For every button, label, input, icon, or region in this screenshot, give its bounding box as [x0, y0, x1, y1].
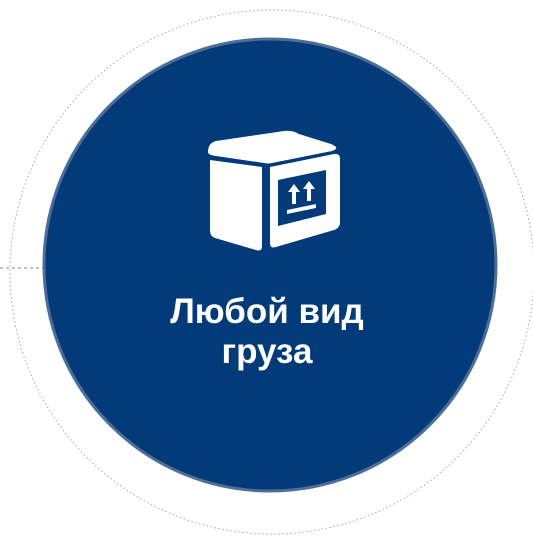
diagram-graphics — [0, 9, 533, 535]
node-label-line2: груза — [221, 332, 313, 371]
node-label-line1: Любой вид — [170, 292, 364, 331]
diagram-canvas: Любой вид груза — [0, 0, 533, 536]
main-circle — [42, 37, 498, 493]
node-label: Любой вид груза — [102, 292, 432, 372]
cargo-box-icon — [208, 130, 340, 251]
